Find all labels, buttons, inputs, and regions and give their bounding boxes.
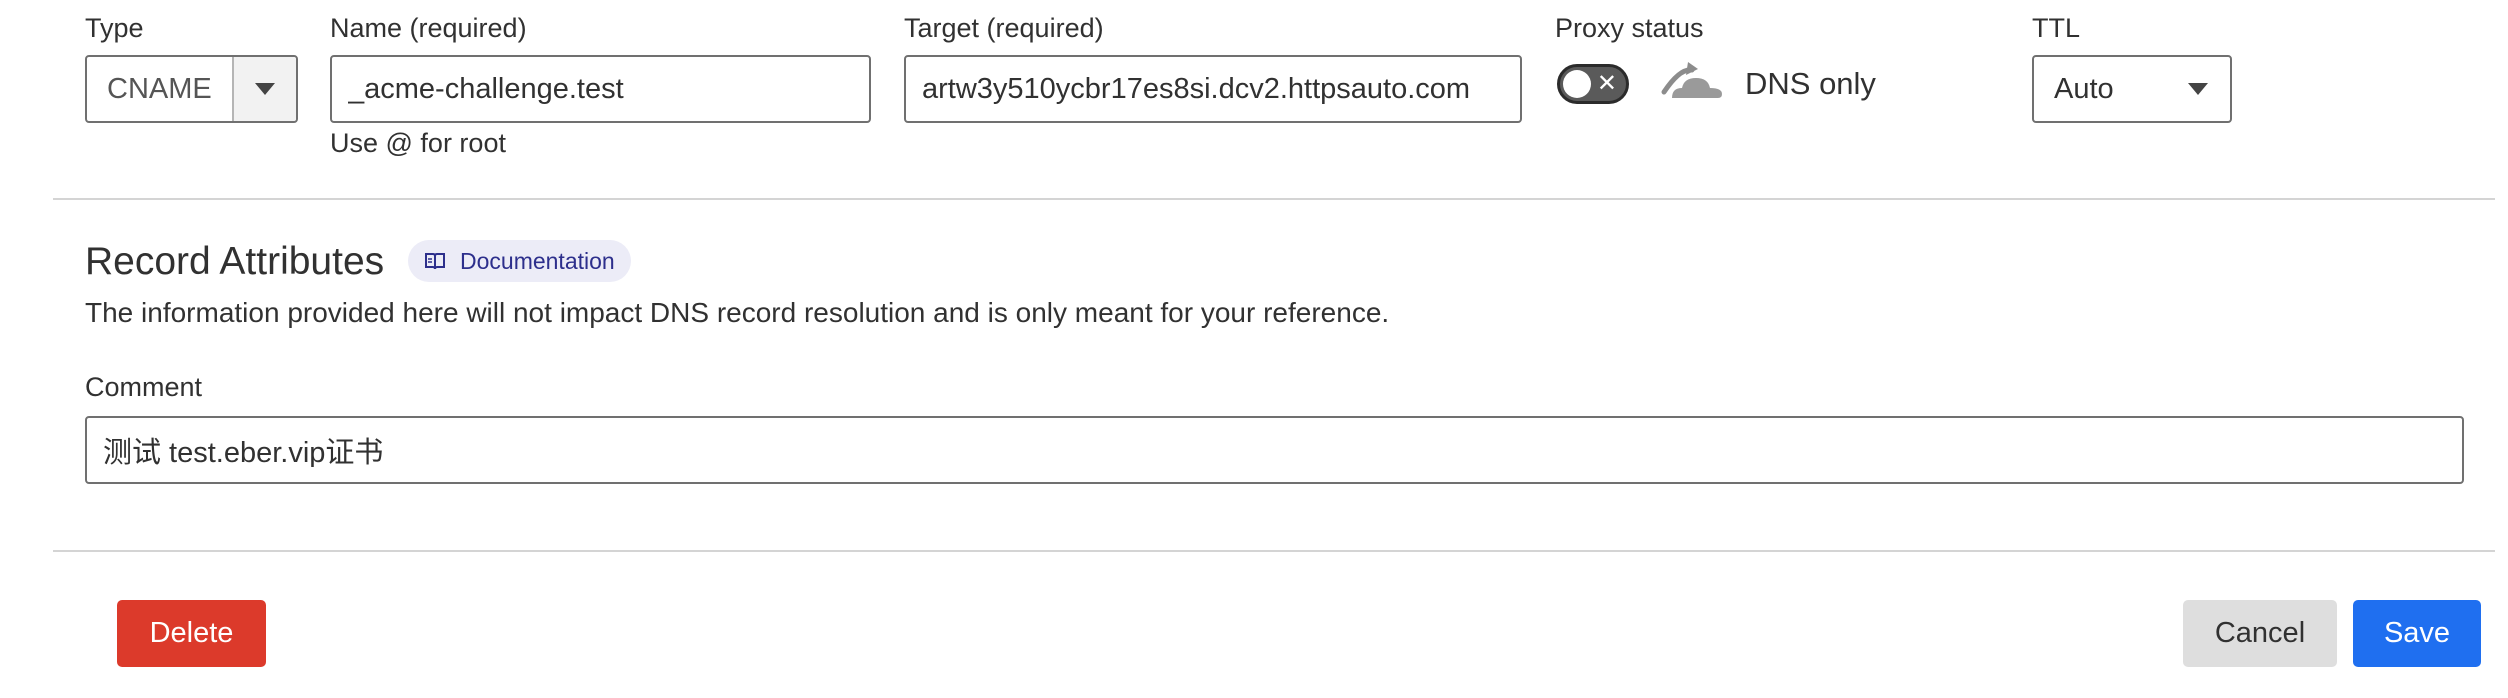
proxy-status-text: DNS only — [1745, 66, 1876, 101]
divider — [53, 550, 2495, 552]
proxy-status-label: Proxy status — [1555, 13, 1704, 43]
name-hint: Use @ for root — [330, 128, 506, 158]
documentation-label: Documentation — [460, 247, 615, 274]
chevron-down-icon — [2188, 83, 2208, 95]
comment-input[interactable] — [87, 433, 2462, 467]
name-input[interactable] — [332, 72, 869, 106]
comment-label: Comment — [85, 372, 203, 402]
save-button[interactable]: Save — [2353, 600, 2481, 667]
target-label: Target (required) — [904, 13, 1104, 43]
delete-button[interactable]: Delete — [117, 600, 266, 667]
cancel-button[interactable]: Cancel — [2183, 600, 2337, 667]
type-label: Type — [85, 13, 144, 43]
name-field[interactable] — [330, 55, 871, 123]
target-input[interactable] — [906, 72, 1520, 106]
name-label: Name (required) — [330, 13, 527, 43]
toggle-knob — [1563, 70, 1591, 98]
book-icon — [425, 253, 445, 270]
target-field[interactable] — [904, 55, 1522, 123]
chevron-down-icon — [255, 83, 275, 95]
documentation-link[interactable]: Documentation — [408, 240, 631, 282]
proxy-toggle[interactable]: ✕ — [1557, 64, 1629, 104]
cloud-icon — [1661, 62, 1722, 98]
ttl-select[interactable]: Auto — [2032, 55, 2232, 123]
ttl-select-value: Auto — [2054, 72, 2114, 105]
comment-field[interactable] — [85, 416, 2464, 484]
record-attributes-description: The information provided here will not i… — [85, 297, 1390, 328]
record-attributes-title: Record Attributes — [85, 240, 385, 283]
divider — [53, 198, 2495, 200]
ttl-label: TTL — [2032, 13, 2081, 43]
type-select-value: CNAME — [107, 72, 212, 105]
type-select[interactable]: CNAME — [85, 55, 298, 123]
type-dropdown-button[interactable] — [232, 57, 296, 121]
close-icon: ✕ — [1596, 70, 1617, 97]
